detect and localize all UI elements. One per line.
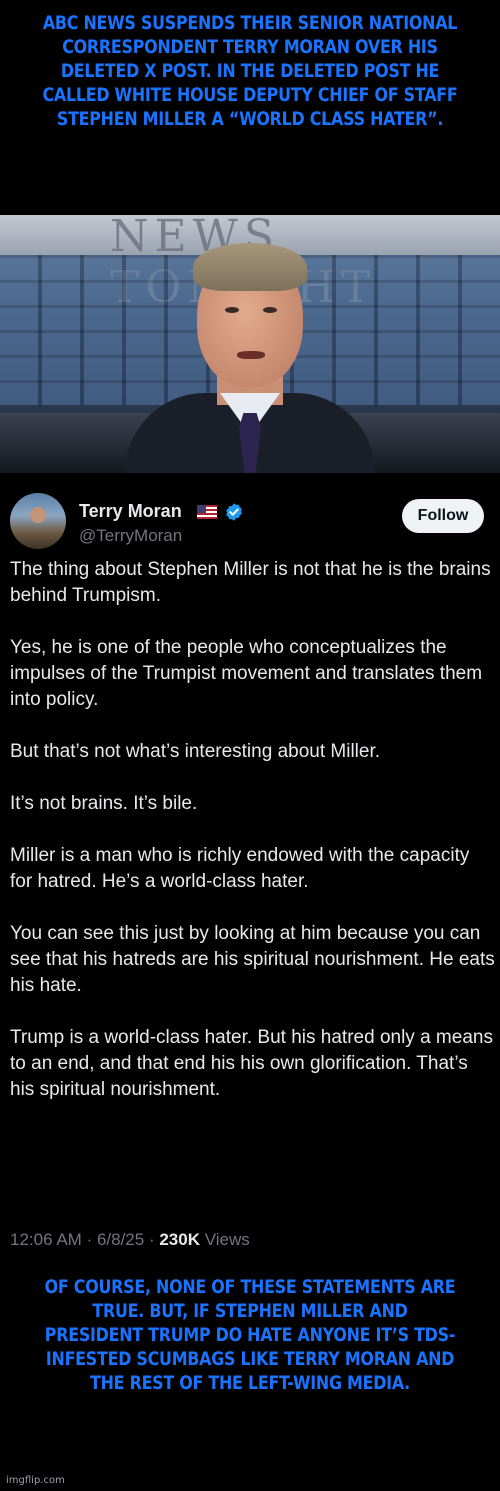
- verified-badge-icon: [226, 503, 242, 521]
- us-flag-icon: [197, 505, 217, 519]
- tweet-paragraph: Yes, he is one of the people who concept…: [10, 637, 483, 710]
- meta-separator: ·: [86, 1230, 97, 1249]
- tweet-paragraph: It’s not brains. It’s bile.: [10, 793, 198, 814]
- tweet-time[interactable]: 12:06 AM: [10, 1230, 82, 1249]
- top-caption: ABC NEWS SUSPENDS THEIR SENIOR NATIONAL …: [42, 13, 458, 130]
- tweet-paragraph: The thing about Stephen Miller is not th…: [10, 559, 491, 606]
- meta-separator: ·: [148, 1230, 160, 1249]
- bottom-caption: OF COURSE, NONE OF THESE STATEMENTS ARE …: [44, 1277, 456, 1394]
- anchor-figure: [125, 241, 375, 473]
- tweet-paragraph: Miller is a man who is richly endowed wi…: [10, 845, 470, 892]
- tweet-paragraph: But that’s not what’s interesting about …: [10, 741, 381, 762]
- views-label: Views: [204, 1230, 250, 1249]
- tweet-paragraph: You can see this just by looking at him …: [10, 923, 495, 996]
- anchor-eye-left: [225, 307, 239, 313]
- anchor-eye-right: [263, 307, 277, 313]
- handle[interactable]: @TerryMoran: [79, 526, 182, 546]
- tweet-screenshot: Terry Moran @TerryMoran Follow The thing…: [0, 473, 500, 1263]
- avatar[interactable]: [10, 493, 66, 549]
- anchor-hair: [193, 243, 307, 291]
- tweet-text: The thing about Stephen Miller is not th…: [10, 557, 495, 1129]
- views-count: 230K: [159, 1230, 200, 1249]
- anchor-mouth: [237, 351, 265, 359]
- news-anchor-photo: NEWS TONIGHT: [0, 215, 500, 473]
- tweet-paragraph: Trump is a world-class hater. But his ha…: [10, 1027, 493, 1100]
- display-name[interactable]: Terry Moran: [79, 501, 182, 522]
- follow-button[interactable]: Follow: [402, 499, 484, 533]
- tweet-date[interactable]: 6/8/25: [97, 1230, 144, 1249]
- tweet-meta: 12:06 AM · 6/8/25 · 230K Views: [10, 1230, 250, 1250]
- watermark: imgflip.com: [6, 1475, 65, 1486]
